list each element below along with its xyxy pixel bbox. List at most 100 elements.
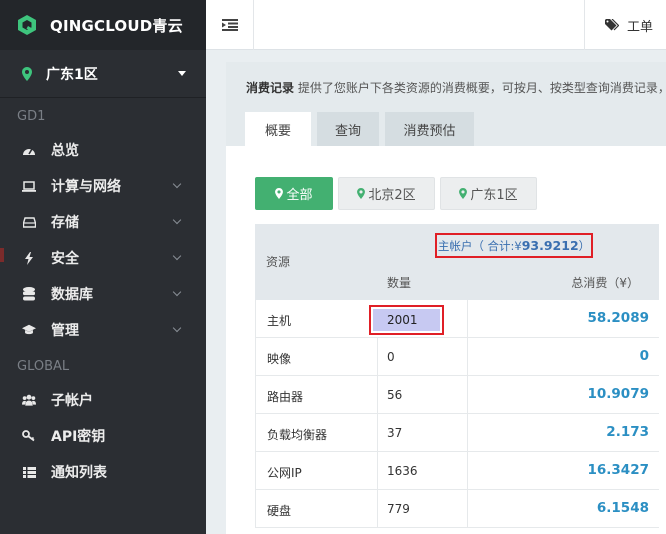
filter-beijing2-button[interactable]: 北京2区 (338, 177, 435, 210)
resource-quantity: 56 (387, 388, 403, 402)
nav-item-label: 计算与网络 (51, 179, 121, 195)
bolt-icon (22, 251, 36, 265)
chevron-down-icon (172, 215, 182, 225)
nav-item-database[interactable]: 数据库 (0, 276, 206, 312)
section-title-gd1: GD1 (17, 109, 46, 124)
column-divider (467, 490, 468, 528)
resource-name: 主机 (267, 314, 292, 328)
resource-total: 16.3427 (587, 462, 650, 478)
filter-guangdong1-button[interactable]: 广东1区 (440, 177, 537, 210)
table-row: 路由器 56 10.9079 (255, 376, 659, 414)
tab-query[interactable]: 查询 (317, 112, 379, 146)
chevron-down-icon (172, 323, 182, 333)
resource-name: 映像 (267, 352, 292, 366)
nav-item-label: 总览 (51, 143, 79, 159)
overview-panel: 全部 北京2区 广东1区 资源 主帐户（ 合计:¥ 93.9212） 数量 总消费… (226, 146, 666, 534)
column-divider (467, 300, 468, 338)
main-account-total: 主帐户（ 合计:¥ 93.9212） (435, 233, 593, 258)
filter-all-button[interactable]: 全部 (255, 177, 333, 210)
resource-name: 公网IP (267, 466, 302, 480)
resource-quantity: 0 (387, 350, 395, 364)
nav-item-notification-list[interactable]: 通知列表 (0, 454, 206, 490)
table-row: 主机 2001 58.2089 (255, 300, 659, 338)
map-marker-icon (22, 66, 32, 81)
column-divider (467, 452, 468, 490)
column-header-resource: 资源 (266, 255, 291, 269)
resource-name: 路由器 (267, 390, 304, 404)
filter-label: 全部 (286, 188, 313, 203)
section-title-global: GLOBAL (17, 359, 70, 374)
tab-estimate[interactable]: 消费预估 (385, 112, 474, 146)
database-icon (22, 287, 36, 301)
nav-item-management[interactable]: 管理 (0, 312, 206, 348)
nav-item-label: 通知列表 (51, 465, 107, 481)
indent-icon (221, 19, 238, 31)
resource-quantity: 779 (387, 502, 410, 516)
ticket-button[interactable]: 工单 (584, 0, 666, 50)
resource-name: 负载均衡器 (267, 428, 328, 442)
zone-label: 广东1区 (46, 66, 98, 83)
page-description: 提供了您账户下各类资源的消费概要，可按月、按类型查询消费记录， (297, 81, 666, 95)
nav-item-storage[interactable]: 存储 (0, 204, 206, 240)
column-header-quantity: 数量 (387, 276, 412, 290)
nav-item-security[interactable]: 安全 (0, 240, 206, 276)
menu-toggle-button[interactable] (206, 0, 254, 50)
nav-item-label: 数据库 (51, 287, 93, 303)
nav-item-label: 存储 (51, 215, 79, 231)
chevron-down-icon (172, 179, 182, 189)
dashboard-icon (22, 143, 36, 157)
list-icon (22, 465, 36, 479)
table-header: 资源 主帐户（ 合计:¥ 93.9212） 数量 总消费（¥） (255, 224, 659, 300)
nav-item-sub-accounts[interactable]: 子帐户 (0, 382, 206, 418)
column-divider (467, 414, 468, 452)
sidebar: QINGCLOUD青云 广东1区 GD1 总览 计算与网络 存储 安全 数据库 … (0, 0, 206, 534)
zone-selector[interactable]: 广东1区 (0, 50, 206, 98)
column-divider (377, 414, 378, 452)
resource-total: 58.2089 (587, 310, 650, 326)
resource-total: 0 (639, 348, 649, 364)
tag-icon (605, 19, 619, 31)
tab-overview[interactable]: 概要 (245, 112, 311, 146)
table-row: 负载均衡器 37 2.173 (255, 414, 659, 452)
brand[interactable]: QINGCLOUD青云 (0, 0, 206, 50)
qingcloud-logo-icon (18, 15, 36, 35)
ticket-label: 工单 (627, 19, 654, 35)
brand-name: QINGCLOUD青云 (50, 16, 183, 35)
column-divider (377, 376, 378, 414)
highlighted-quantity: 2001 (369, 305, 444, 335)
nav-item-label: 安全 (51, 251, 79, 267)
column-divider (467, 376, 468, 414)
key-icon (22, 429, 36, 443)
users-icon (22, 393, 36, 407)
column-divider (467, 338, 468, 376)
graduation-cap-icon (22, 323, 36, 337)
table-row: 硬盘 779 6.1548 (255, 490, 659, 528)
filter-label: 北京2区 (368, 188, 416, 203)
column-divider (377, 338, 378, 376)
filter-label: 广东1区 (470, 188, 518, 203)
page-description-line: 消费记录 提供了您账户下各类资源的消费概要，可按月、按类型查询消费记录， (246, 79, 666, 96)
nav-item-label: 子帐户 (51, 393, 93, 409)
map-marker-icon (357, 188, 366, 199)
table-row: 映像 0 0 (255, 338, 659, 376)
resource-quantity: 1636 (387, 464, 418, 478)
map-marker-icon (459, 188, 468, 199)
nav-item-compute-network[interactable]: 计算与网络 (0, 168, 206, 204)
nav-item-api-keys[interactable]: API密钥 (0, 418, 206, 454)
account-total-suffix: ） (578, 238, 591, 253)
resource-total: 2.173 (606, 424, 649, 440)
resource-name: 硬盘 (267, 504, 292, 518)
map-marker-icon (275, 188, 284, 199)
page-title: 消费记录 (246, 81, 295, 95)
column-divider (377, 452, 378, 490)
account-total-prefix: 主帐户（ 合计:¥ (437, 238, 522, 253)
hdd-icon (22, 215, 36, 229)
column-header-total: 总消费（¥） (571, 276, 639, 290)
nav-item-overview[interactable]: 总览 (0, 132, 206, 168)
resource-quantity: 37 (387, 426, 403, 440)
main-content: 消费记录 提供了您账户下各类资源的消费概要，可按月、按类型查询消费记录， 概要 … (226, 62, 666, 534)
side-collapse-handle[interactable] (0, 248, 4, 262)
table-row: 公网IP 1636 16.3427 (255, 452, 659, 490)
resource-total: 10.9079 (587, 386, 650, 402)
resource-quantity: 2001 (387, 313, 418, 327)
